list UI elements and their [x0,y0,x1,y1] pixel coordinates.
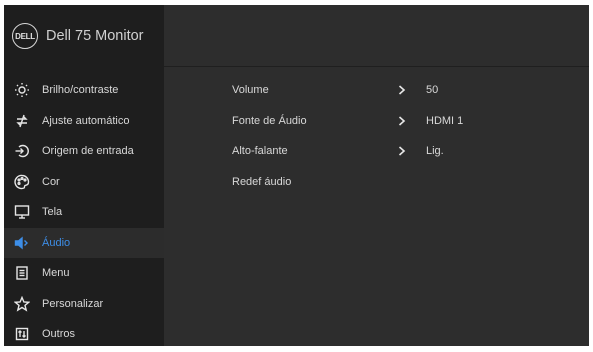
sidebar-item-origem-de-entrada[interactable]: Origem de entrada [4,136,164,167]
sidebar-item-label: Ajuste automático [42,114,130,127]
audio-settings-list: Volume 50 Fonte de Áudio HDMI 1 Alto-fal… [232,75,589,197]
osd-header: DELL Dell 75 Monitor [4,5,164,67]
setting-label: Redef áudio [232,175,292,188]
setting-row-alto-falante[interactable]: Alto-falante Lig. [232,136,589,167]
sidebar: DELL Dell 75 Monitor Brilho/contraste Aj… [4,5,164,346]
brightness-icon [13,81,31,99]
sidebar-item-label: Brilho/contraste [42,84,119,97]
menu-icon [13,264,31,282]
dell-logo: DELL [12,23,38,49]
auto-adjust-icon [13,112,31,130]
monitor-osd: DELL Dell 75 Monitor Brilho/contraste Aj… [4,5,589,346]
sidebar-item-ajuste-automatico[interactable]: Ajuste automático [4,106,164,137]
speaker-icon [13,234,31,252]
chevron-right-icon [398,85,426,95]
display-icon [13,203,31,221]
chevron-right-icon [398,116,426,126]
setting-label: Volume [232,84,269,97]
sidebar-item-audio[interactable]: Áudio [4,227,164,258]
color-icon [13,173,31,191]
sidebar-item-menu[interactable]: Menu [4,258,164,289]
panel-header [164,5,589,67]
sidebar-item-label: Tela [42,206,63,219]
others-icon [13,325,31,343]
sidebar-item-label: Origem de entrada [42,145,134,158]
chevron-right-icon [398,146,426,156]
setting-label: Alto-falante [232,145,288,158]
sidebar-item-tela[interactable]: Tela [4,197,164,228]
sidebar-item-brilho-contraste[interactable]: Brilho/contraste [4,75,164,106]
setting-row-redef-audio[interactable]: Redef áudio [232,167,589,198]
sidebar-item-label: Outros [42,328,76,341]
logo-text: DELL [15,31,35,41]
sidebar-item-personalizar[interactable]: Personalizar [4,289,164,320]
sidebar-item-label: Áudio [42,236,71,249]
audio-panel: Volume 50 Fonte de Áudio HDMI 1 Alto-fal… [164,5,589,346]
setting-value: Lig. [426,145,444,158]
sidebar-item-outros[interactable]: Outros [4,319,164,350]
setting-value: 50 [426,84,439,97]
setting-label: Fonte de Áudio [232,114,307,127]
star-icon [13,295,31,313]
sidebar-item-label: Cor [42,175,60,188]
setting-value: HDMI 1 [426,114,464,127]
sidebar-nav: Brilho/contraste Ajuste automático Orige… [4,75,164,350]
sidebar-item-cor[interactable]: Cor [4,167,164,198]
setting-row-volume[interactable]: Volume 50 [232,75,589,106]
setting-row-fonte-de-audio[interactable]: Fonte de Áudio HDMI 1 [232,106,589,137]
sidebar-item-label: Personalizar [42,297,104,310]
monitor-title: Dell 75 Monitor [46,28,144,44]
sidebar-item-label: Menu [42,267,70,280]
input-source-icon [13,142,31,160]
